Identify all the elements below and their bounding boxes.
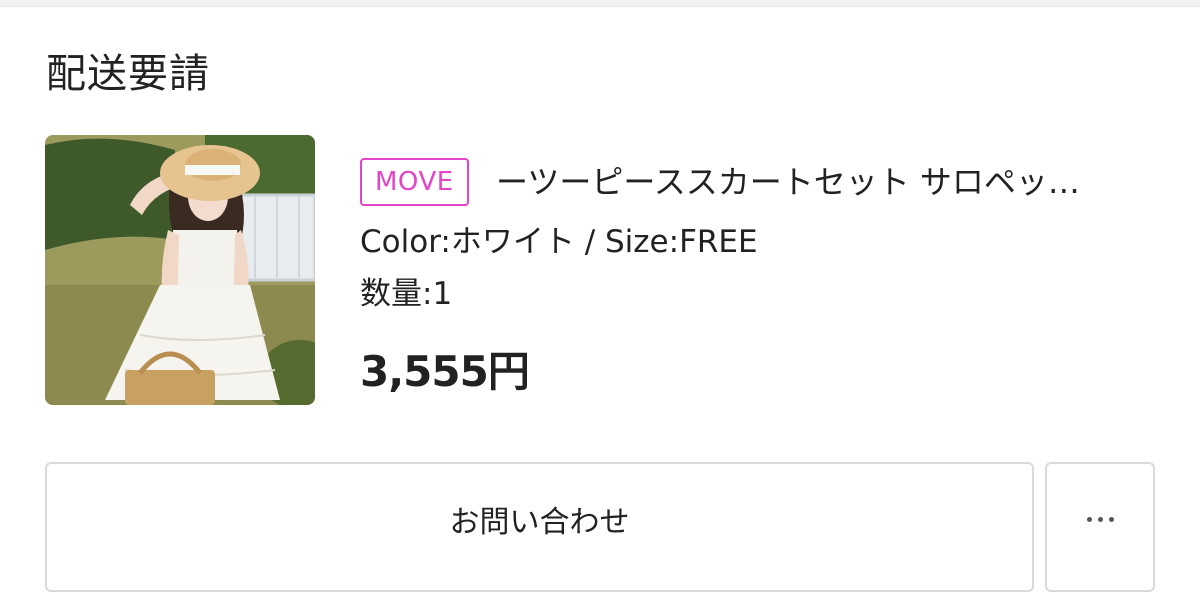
product-quantity: 数量:1 [360, 276, 453, 312]
section-title: 配送要請 [46, 51, 210, 97]
top-divider [0, 0, 1200, 7]
more-options-button[interactable] [1045, 462, 1155, 592]
product-name[interactable]: ーツーピーススカートセット サロペッ… [496, 158, 1136, 206]
inquiry-button[interactable]: お問い合わせ [45, 462, 1034, 592]
product-variant: Color:ホワイト / Size:FREE [360, 224, 758, 260]
product-image[interactable] [45, 135, 315, 405]
inquiry-button-label: お問い合わせ [449, 505, 630, 540]
shop-badge: MOVE [360, 158, 469, 206]
product-price: 3,555円 [360, 347, 530, 396]
more-dots-icon [1086, 516, 1114, 522]
